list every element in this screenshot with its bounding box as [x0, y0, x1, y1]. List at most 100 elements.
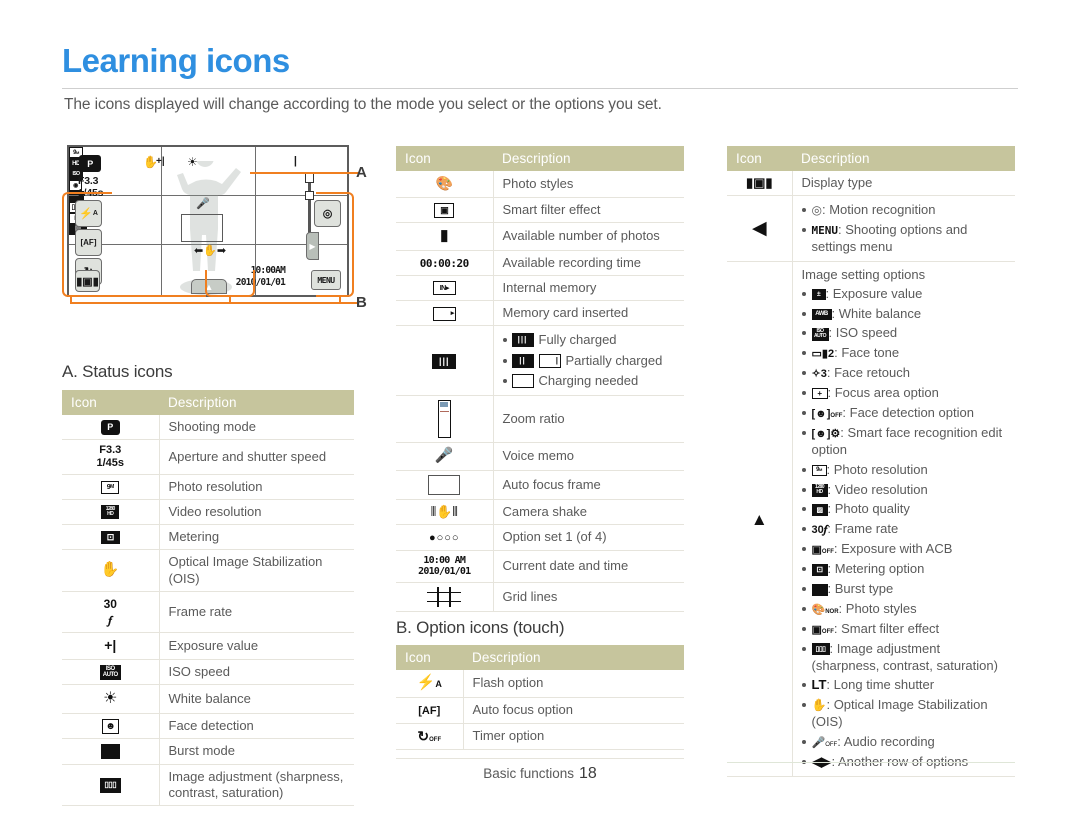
- audio-recording-icon: 🎤OFF: [811, 737, 838, 750]
- intro-text: The icons displayed will change accordin…: [64, 96, 662, 113]
- table-header-row: Icon Description: [727, 146, 1015, 171]
- list-item: ||| Fully charged: [502, 330, 681, 350]
- list-item: 1280 HD: Video resolution: [801, 480, 1012, 500]
- list-item: LT: Long time shutter: [801, 676, 1012, 696]
- table-row: ▮ Available number of photos: [396, 222, 684, 251]
- memory-card-icon: ▸: [396, 300, 494, 327]
- list-label: ▭▮2: Face tone: [811, 345, 900, 361]
- table-header-row: Icon Description: [396, 146, 684, 171]
- row-label: Internal memory: [493, 275, 684, 302]
- battery-two-thirds-icon: ||: [511, 353, 534, 368]
- list-item: ▣OFF: Smart filter effect: [801, 619, 1012, 639]
- row-label: Voice memo: [493, 442, 684, 471]
- bullet-icon: [801, 331, 806, 336]
- bullet-icon: [502, 358, 507, 363]
- list-item: 🎨NOR: Photo styles: [801, 599, 1012, 619]
- list-label: 🎨NOR: Photo styles: [811, 600, 917, 616]
- list-label: 30𝆑: Frame rate: [811, 521, 899, 537]
- smart-filter-icon: ▣: [396, 197, 494, 223]
- list-label: MENU: Shooting options and settings menu: [811, 221, 968, 254]
- table-row: +| Exposure value: [62, 632, 354, 660]
- row-label: Zoom ratio: [493, 395, 684, 443]
- bullet-icon: [801, 567, 806, 572]
- bullet-icon: [801, 371, 806, 376]
- middle-icons-table: Icon Description 🎨 Photo styles ▣ Smart …: [396, 146, 684, 612]
- row-label: Option set 1 (of 4): [493, 524, 684, 551]
- row-label: Optical Image Stabilization (OIS): [159, 549, 354, 592]
- table-row: ☻ Face detection: [62, 713, 354, 740]
- exposure-value-icon: +|: [156, 156, 165, 167]
- list-item: ▭▮2: Face tone: [801, 344, 1012, 364]
- table-row: 9M Photo resolution: [62, 474, 354, 500]
- status-icons-table: Icon Description P Shooting mode F3.3 1/…: [62, 390, 354, 807]
- right-drawer-handle[interactable]: ▶: [306, 232, 319, 260]
- list-label: LT: Long time shutter: [811, 677, 935, 693]
- row-label: Timer option: [463, 723, 684, 750]
- motion-recognition-icon: ◎: [811, 202, 822, 217]
- list-item: [☻]OFF: Face detection option: [801, 404, 1012, 424]
- row-label: Shooting mode: [159, 415, 354, 441]
- shooting-mode-badge: P: [79, 155, 101, 172]
- iso-speed-icon: ISO AUTO: [62, 659, 160, 686]
- callout-line-bottom-left: [110, 295, 206, 297]
- option-set-handle[interactable]: ▲: [191, 279, 227, 294]
- table-row: Burst mode: [62, 738, 354, 765]
- bullet-icon: [801, 646, 806, 651]
- up-arrow-icon: ▲: [727, 261, 793, 778]
- recording-time-icon: 00:00:20: [396, 250, 494, 276]
- iso-speed-icon: ISO AUTO: [811, 327, 829, 341]
- camera-screen-illustration: P F3.3 1/45s 9M HD ✋ +| ISO ☀ ◉ ▯▯▯ | IN…: [62, 142, 358, 304]
- list-label: Fully charged: [538, 332, 617, 348]
- list-label: ▣OFF: Smart filter effect: [811, 620, 940, 636]
- table-row: ISO AUTO ISO speed: [62, 659, 354, 686]
- video-resolution-icon: 1280 HD: [811, 483, 828, 497]
- bullet-icon: [801, 606, 806, 611]
- flash-option-button[interactable]: ⚡ A: [75, 200, 102, 227]
- smart-filter-off-icon: ▣OFF: [811, 623, 834, 636]
- battery-empty-icon: [511, 373, 534, 388]
- auto-focus-option-button[interactable]: [AF]: [75, 229, 102, 256]
- list-item: ✋: Optical Image Stabilization (OIS): [801, 696, 1012, 733]
- list-label: Partially charged: [565, 352, 663, 368]
- bullet-icon: [801, 740, 806, 745]
- motion-recognition-button[interactable]: ◎: [314, 200, 341, 227]
- table-row: ◀ ◎: Motion recognition MENU: Shooting o…: [727, 195, 1015, 262]
- menu-icon: MENU: [811, 223, 839, 237]
- bullet-icon: [801, 351, 806, 356]
- table-row: ⚡A Flash option: [396, 670, 684, 698]
- header-icon: Icon: [727, 146, 792, 171]
- header-icon: Icon: [396, 645, 463, 670]
- ois-icon: ✋: [811, 698, 827, 713]
- photo-styles-icon: 🎨: [396, 171, 494, 198]
- list-item: [☻]⚙: Smart face recognition edit option: [801, 423, 1012, 460]
- display-type-button[interactable]: ▮▣▮: [75, 270, 100, 292]
- row-label: Auto focus frame: [493, 470, 684, 500]
- bullet-icon: [801, 547, 806, 552]
- row-label: Photo styles: [493, 171, 684, 198]
- list-item: ±: Exposure value: [801, 284, 1012, 304]
- row-label: Memory card inserted: [493, 300, 684, 327]
- aperture-shutter-icon: F3.3 1/45s: [62, 439, 160, 475]
- metering-option-icon: ⊡: [811, 563, 828, 576]
- row-label: White balance: [159, 684, 354, 715]
- callout-line-b: [70, 302, 358, 304]
- smart-face-recognition-icon: [☻]⚙: [811, 427, 841, 440]
- row-label: Video resolution: [159, 499, 354, 526]
- face-tone-icon: ▭▮2: [811, 348, 835, 361]
- list-item: 🎤OFF: Audio recording: [801, 733, 1012, 753]
- aperture-value: F3.3: [78, 175, 99, 187]
- bullet-icon: [801, 411, 806, 416]
- white-balance-icon: ☀: [187, 155, 198, 169]
- table-row: Zoom ratio: [396, 395, 684, 443]
- available-photos-icon: ▮: [396, 222, 494, 251]
- header-description: Description: [159, 390, 354, 415]
- table-header-row: Icon Description: [62, 390, 354, 415]
- row-label: Frame rate: [159, 591, 354, 634]
- table-row: IN▸ Internal memory: [396, 275, 684, 302]
- row-label: Photo resolution: [159, 474, 354, 500]
- burst-mode-icon: [62, 738, 160, 765]
- menu-button[interactable]: MENU: [311, 270, 341, 290]
- image-setting-options: Image setting options ±: Exposure value …: [792, 261, 1015, 778]
- frame-rate-icon: 30𝆑: [811, 524, 828, 537]
- table-row: P Shooting mode: [62, 415, 354, 441]
